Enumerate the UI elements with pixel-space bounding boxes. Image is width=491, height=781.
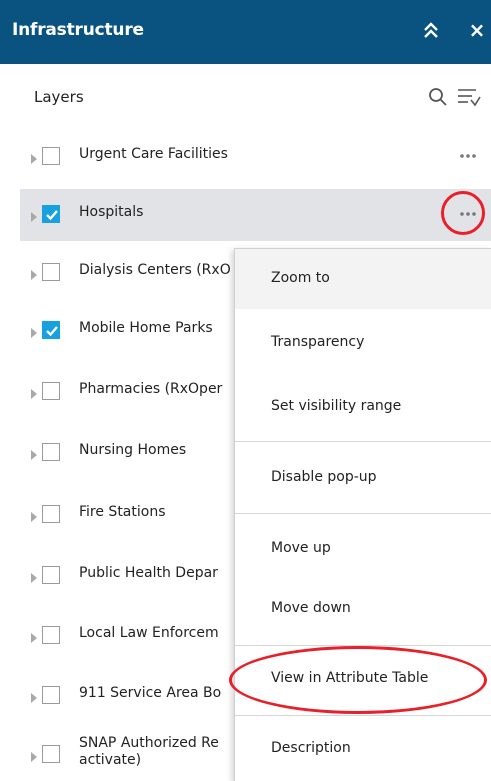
layer-visibility-checkbox[interactable] [42,443,60,461]
expand-arrow-icon[interactable] [30,748,38,762]
layer-row[interactable]: Hospitals [20,189,491,241]
layer-name: Fire Stations [79,504,166,520]
annotation-ellipse [229,646,487,714]
expand-arrow-icon[interactable] [30,150,38,164]
expand-arrow-icon[interactable] [30,569,38,583]
expand-arrow-icon[interactable] [30,689,38,703]
expand-arrow-icon[interactable] [30,385,38,399]
menu-item-label: Set visibility range [271,398,402,414]
layers-heading: Layers [34,88,84,106]
layer-visibility-checkbox[interactable] [42,205,60,223]
menu-item-label: Disable pop-up [271,469,377,485]
menu-item-label: Transparency [271,334,365,350]
layer-name: Hospitals [79,204,144,220]
expand-arrow-icon[interactable] [30,208,38,222]
layer-name: 911 Service Area Bo [79,685,222,701]
menu-item-transparency[interactable]: Transparency [235,313,491,373]
layer-visibility-checkbox[interactable] [42,263,60,281]
annotation-circle [441,191,485,235]
layer-visibility-checkbox[interactable] [42,686,60,704]
menu-divider [235,513,491,514]
menu-item-zoom-to[interactable]: Zoom to [235,249,491,309]
menu-item-label: Description [271,740,351,756]
layer-name: Mobile Home Parks [79,320,213,336]
layer-row[interactable]: Urgent Care Facilities [20,131,491,183]
layer-name: Nursing Homes [79,442,187,458]
layer-name: Urgent Care Facilities [79,146,228,162]
menu-item-label: Move up [271,540,331,556]
layer-name: Public Health Depar [79,565,218,581]
layers-toolbar: Layers [0,64,491,124]
layer-visibility-checkbox[interactable] [42,147,60,165]
filter-list-icon[interactable] [456,86,482,108]
expand-arrow-icon[interactable] [30,324,38,338]
menu-divider [235,715,491,716]
layer-visibility-checkbox[interactable] [42,626,60,644]
layer-visibility-checkbox[interactable] [42,505,60,523]
layer-visibility-checkbox[interactable] [42,382,60,400]
layer-name: SNAP Authorized Re activate) [79,735,219,768]
expand-arrow-icon[interactable] [30,629,38,643]
panel-title: Infrastructure [12,20,144,40]
layer-visibility-checkbox[interactable] [42,566,60,584]
menu-item-move-up[interactable]: Move up [235,519,491,579]
menu-divider [235,441,491,442]
double-chevron-up-icon[interactable] [420,18,442,44]
search-icon[interactable] [428,87,448,107]
expand-arrow-icon[interactable] [30,266,38,280]
menu-item-move-down[interactable]: Move down [235,579,491,639]
expand-arrow-icon[interactable] [30,446,38,460]
layer-name: Local Law Enforcem [79,625,219,641]
layer-name: Pharmacies (RxOper [79,381,223,397]
expand-arrow-icon[interactable] [30,508,38,522]
layer-name: Dialysis Centers (RxO [79,262,231,278]
menu-item-label: Zoom to [271,270,330,286]
close-icon[interactable]: × [466,17,488,43]
menu-item-disable-popup[interactable]: Disable pop-up [235,448,491,508]
menu-item-visibility-range[interactable]: Set visibility range [235,377,491,437]
panel-header: Infrastructure × [0,0,491,64]
menu-item-description[interactable]: Description [235,719,491,779]
menu-item-label: Move down [271,600,351,616]
more-options-icon[interactable] [457,145,479,167]
layer-visibility-checkbox[interactable] [42,321,60,339]
layer-visibility-checkbox[interactable] [42,745,60,763]
